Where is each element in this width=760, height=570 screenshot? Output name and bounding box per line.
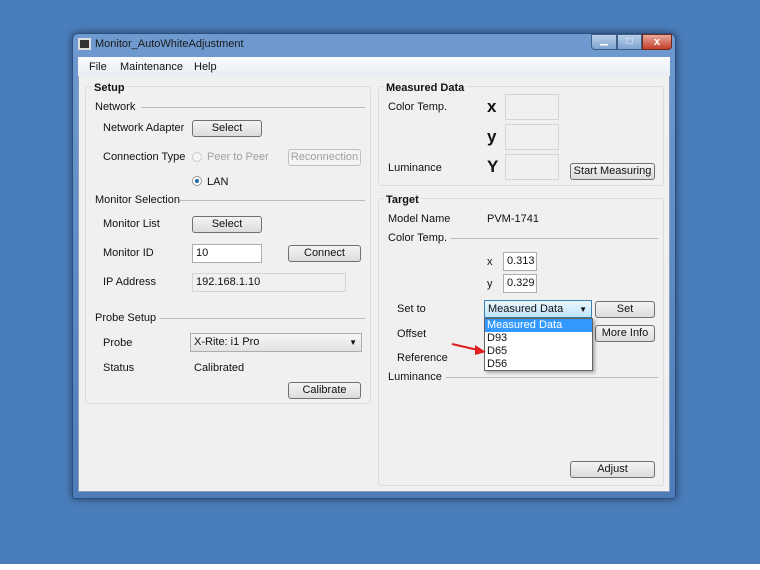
chevron-down-icon: ▼ — [349, 338, 357, 347]
network-title: Network — [95, 101, 136, 113]
target-y-input[interactable]: 0.329 — [503, 274, 537, 293]
set-to-dropdown-list: Measured Data D93 D65 D56 — [484, 318, 593, 371]
peer-to-peer-radio[interactable] — [192, 152, 202, 162]
maximize-button[interactable]: □ — [617, 34, 642, 50]
reference-label: Reference — [397, 352, 448, 364]
lan-label: LAN — [207, 176, 229, 188]
menu-file[interactable]: File — [89, 61, 107, 73]
peer-to-peer-label: Peer to Peer — [207, 151, 269, 163]
more-info-button[interactable]: More Info — [595, 325, 655, 342]
connection-type-label: Connection Type — [103, 151, 186, 163]
dropdown-option-d56[interactable]: D56 — [485, 358, 592, 371]
target-x-input[interactable]: 0.313 — [503, 252, 537, 271]
set-to-dropdown[interactable]: Measured Data ▼ — [484, 300, 592, 318]
status-label: Status — [103, 362, 135, 374]
monitor-selection-title: Monitor Selection — [95, 194, 180, 206]
probe-dropdown[interactable]: X-Rite: i1 Pro ▼ — [190, 333, 362, 352]
set-button[interactable]: Set — [595, 301, 655, 318]
window-title: Monitor_AutoWhiteAdjustment — [95, 38, 244, 50]
divider — [446, 377, 658, 378]
target-x-label: x — [487, 256, 493, 268]
lan-radio[interactable] — [192, 176, 202, 186]
connect-button[interactable]: Connect — [288, 245, 361, 262]
set-to-value: Measured Data — [488, 303, 564, 315]
divider — [180, 200, 365, 201]
monitor-id-input[interactable]: 10 — [192, 244, 262, 263]
measured-y-field — [505, 124, 559, 150]
divider — [450, 238, 658, 239]
calibrate-button[interactable]: Calibrate — [288, 382, 361, 399]
measured-x-label: x — [487, 97, 497, 116]
red-arrow-annotation-icon — [451, 343, 486, 355]
setup-title: Setup — [92, 82, 127, 94]
adjust-button[interactable]: Adjust — [570, 461, 655, 478]
measured-luminance-label: Luminance — [388, 162, 442, 174]
dropdown-option-d93[interactable]: D93 — [485, 332, 592, 345]
measured-data-title: Measured Data — [384, 82, 467, 94]
menu-help[interactable]: Help — [194, 61, 217, 73]
measured-y-label: y — [487, 127, 497, 146]
menu-maintenance[interactable]: Maintenance — [120, 61, 183, 73]
probe-setup-title: Probe Setup — [95, 312, 157, 324]
target-title: Target — [384, 194, 421, 206]
probe-label: Probe — [103, 337, 133, 349]
reconnection-button[interactable]: Reconnection — [288, 149, 361, 166]
measured-luminance-field — [505, 154, 559, 180]
measured-color-temp-label: Color Temp. — [388, 101, 448, 113]
dropdown-option-d65[interactable]: D65 — [485, 345, 592, 358]
network-adapter-label: Network Adapter — [103, 122, 185, 134]
model-name-label: Model Name — [388, 213, 451, 225]
divider — [160, 318, 365, 319]
status-value: Calibrated — [194, 362, 245, 374]
monitor-id-label: Monitor ID — [103, 247, 154, 259]
measured-x-field — [505, 94, 559, 120]
app-icon — [78, 38, 91, 50]
ip-address-label: IP Address — [103, 276, 156, 288]
minimize-button[interactable]: ▁ — [591, 34, 617, 50]
divider — [141, 107, 365, 108]
target-color-temp-label: Color Temp. — [388, 232, 448, 244]
monitor-list-label: Monitor List — [103, 218, 160, 230]
ip-address-field: 192.168.1.10 — [192, 273, 346, 292]
network-adapter-select-button[interactable]: Select — [192, 120, 262, 137]
set-to-label: Set to — [397, 303, 426, 315]
offset-label: Offset — [397, 328, 427, 340]
target-y-label: y — [487, 278, 493, 290]
chevron-down-icon: ▼ — [579, 305, 587, 314]
monitor-list-select-button[interactable]: Select — [192, 216, 262, 233]
probe-value: X-Rite: i1 Pro — [194, 336, 260, 348]
start-measuring-button[interactable]: Start Measuring — [570, 163, 655, 180]
model-name-value: PVM-1741 — [487, 213, 539, 225]
close-button[interactable]: x — [642, 34, 672, 50]
dropdown-option-measured-data[interactable]: Measured Data — [485, 319, 592, 332]
target-luminance-label: Luminance — [388, 371, 442, 383]
measured-Y-label: Y — [487, 157, 499, 176]
